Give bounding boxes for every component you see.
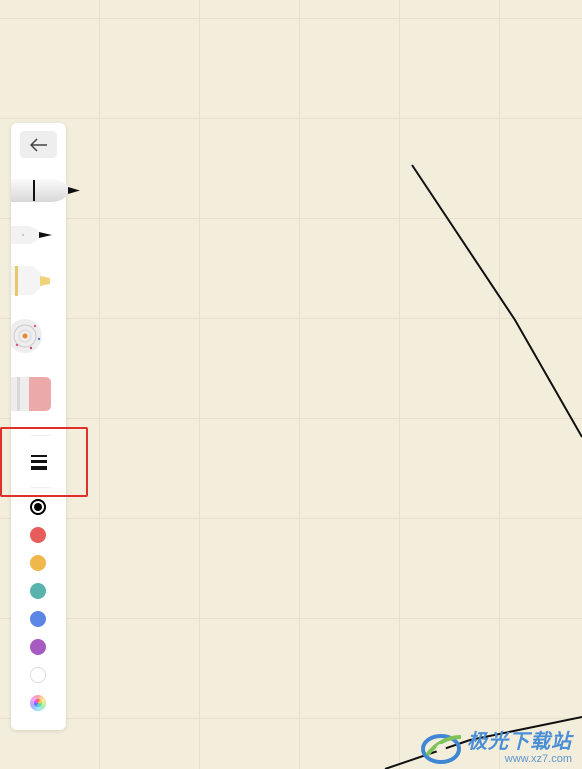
color-swatch-black[interactable] — [30, 499, 46, 515]
color-swatch-custom[interactable] — [30, 695, 46, 711]
color-swatch-blue[interactable] — [30, 611, 46, 627]
color-swatch-white[interactable] — [30, 667, 46, 683]
eraser-tool[interactable] — [11, 375, 53, 413]
watermark: 极光下载站 www.xz7.com — [421, 731, 572, 765]
back-button[interactable] — [20, 131, 57, 158]
ballpoint-pen-icon — [11, 226, 52, 244]
eraser-icon — [11, 377, 51, 411]
highlighter-icon — [11, 266, 50, 296]
canvas-strokes — [384, 164, 582, 769]
highlighter-tool[interactable] — [11, 263, 53, 299]
toolbar-divider — [31, 487, 51, 488]
color-swatch-red[interactable] — [30, 527, 46, 543]
selected-dot — [34, 503, 42, 511]
color-swatch-yellow[interactable] — [30, 555, 46, 571]
stroke-width-button[interactable] — [25, 448, 53, 476]
fountain-pen-icon — [11, 179, 80, 202]
fountain-pen-tool[interactable] — [11, 178, 81, 203]
ballpoint-pen-tool[interactable] — [11, 224, 53, 246]
laser-pointer-tool[interactable] — [8, 315, 49, 357]
toolbar-divider — [31, 435, 51, 436]
laser-pointer-icon — [8, 319, 42, 353]
line-width-icon — [31, 455, 47, 470]
watermark-url: www.xz7.com — [504, 753, 572, 765]
watermark-text: 极光下载站 — [467, 731, 572, 753]
color-swatch-teal[interactable] — [30, 583, 46, 599]
pen-toolbar — [8, 123, 80, 730]
watermark-logo-icon — [421, 734, 462, 764]
arrow-left-icon — [29, 137, 47, 152]
ink-stroke — [411, 164, 582, 438]
color-swatch-purple[interactable] — [30, 639, 46, 655]
